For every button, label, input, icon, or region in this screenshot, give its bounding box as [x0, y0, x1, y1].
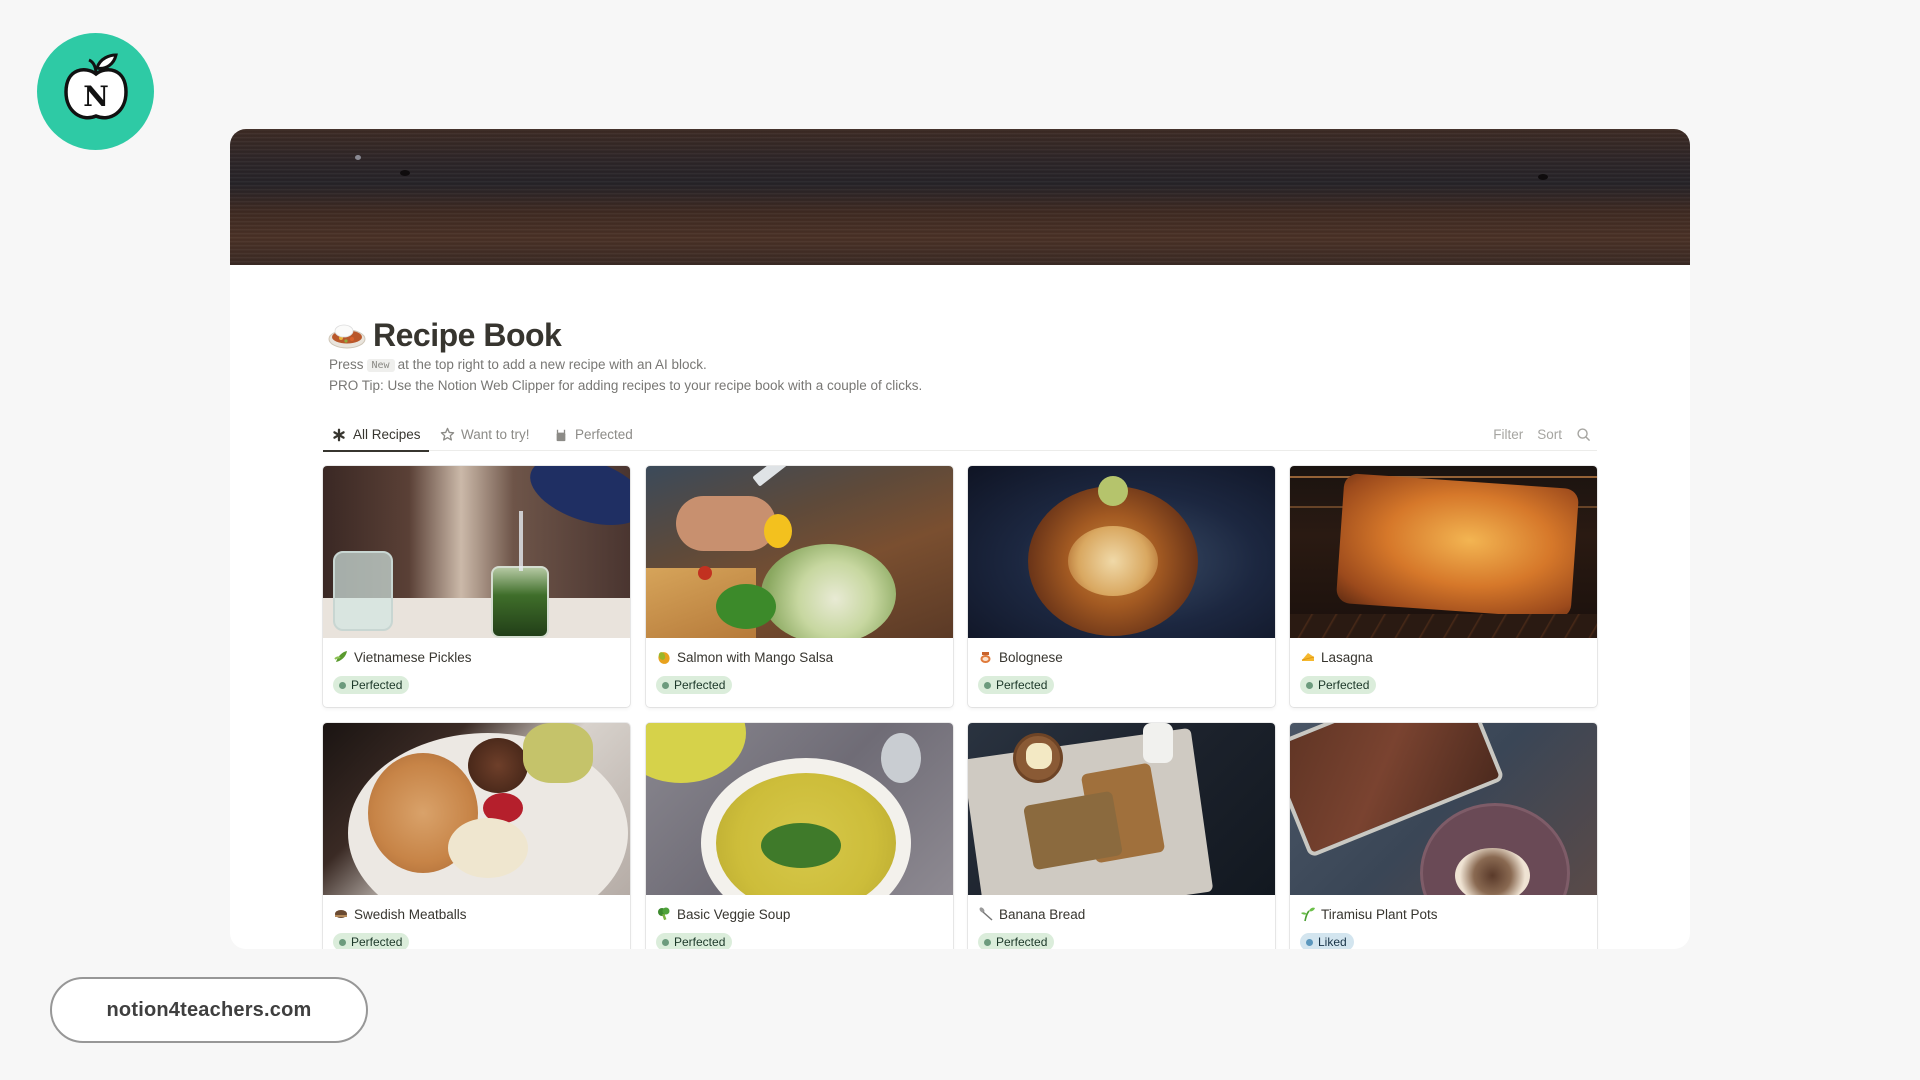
sort-button[interactable]: Sort	[1537, 427, 1562, 442]
recipe-title: Tiramisu Plant Pots	[1300, 906, 1438, 922]
cucumber-icon	[333, 649, 349, 665]
status-dot	[662, 938, 669, 946]
tab-perfected[interactable]: Perfected	[553, 418, 633, 451]
status-dot	[339, 938, 346, 946]
status-label: Perfected	[996, 678, 1048, 692]
page-title: Recipe Book	[373, 316, 562, 353]
notion4teachers-logo: N	[37, 33, 154, 150]
star-icon	[439, 427, 455, 443]
wood-knot	[1538, 174, 1548, 180]
status-label: Liked	[1318, 935, 1347, 949]
website-link-label: notion4teachers.com	[106, 998, 312, 1021]
recipe-name: Vietnamese Pickles	[354, 649, 472, 665]
broccoli-icon	[656, 906, 672, 922]
tab-all-recipes[interactable]: All Recipes	[323, 418, 429, 452]
database-view-tabs: All Recipes Want to try! Perfected	[323, 418, 1597, 452]
cheese-icon	[1300, 649, 1316, 665]
asterisk-icon	[331, 427, 347, 443]
recipe-name: Banana Bread	[999, 906, 1086, 922]
desc-text: at the top right to add a new recipe wit…	[397, 357, 707, 372]
filter-button[interactable]: Filter	[1493, 427, 1523, 442]
status-badge: Perfected	[333, 933, 410, 949]
status-dot	[984, 938, 991, 946]
recipe-card[interactable]: Lasagna Perfected	[1290, 466, 1597, 707]
tab-label: Want to try!	[461, 427, 530, 442]
spoon-icon	[978, 906, 994, 922]
desc-text: Press	[329, 357, 364, 372]
recipe-card[interactable]: Salmon with Mango Salsa Perfected	[646, 466, 953, 707]
recipe-cover-image	[323, 723, 630, 895]
recipe-name: Basic Veggie Soup	[677, 906, 791, 922]
recipe-cover-image	[968, 723, 1275, 895]
status-label: Perfected	[674, 935, 726, 949]
page-description-line-2: PRO Tip: Use the Notion Web Clipper for …	[329, 378, 923, 393]
mango-icon	[656, 649, 672, 665]
recipe-cover-image	[646, 723, 953, 895]
website-link-button[interactable]: notion4teachers.com	[50, 977, 368, 1043]
status-label: Perfected	[1318, 678, 1370, 692]
status-badge: Perfected	[656, 676, 733, 694]
status-badge: Perfected	[978, 933, 1055, 949]
status-dot	[1306, 681, 1313, 689]
status-label: Perfected	[351, 678, 403, 692]
status-badge: Liked	[1300, 933, 1354, 949]
tab-label: Perfected	[575, 427, 633, 442]
status-badge: Perfected	[333, 676, 410, 694]
status-dot	[662, 681, 669, 689]
recipe-cover-image	[323, 466, 630, 638]
apple-n-logo-icon: N	[63, 52, 128, 119]
recipe-name: Swedish Meatballs	[354, 906, 467, 922]
recipe-name: Salmon with Mango Salsa	[677, 649, 834, 665]
page-cover-wood[interactable]	[230, 129, 1690, 265]
new-button-hint: New	[366, 359, 395, 372]
status-dot	[1306, 938, 1313, 946]
wood-knot	[400, 170, 410, 176]
meatball-icon	[333, 906, 349, 922]
status-dot	[984, 681, 991, 689]
recipe-title: Salmon with Mango Salsa	[656, 649, 833, 665]
chef-apron-icon	[553, 427, 569, 443]
recipe-card[interactable]: Banana Bread Perfected	[968, 723, 1275, 949]
tab-label: All Recipes	[353, 427, 421, 442]
view-tools: Filter Sort	[1493, 418, 1591, 451]
status-badge: Perfected	[978, 676, 1055, 694]
tab-want-to-try[interactable]: Want to try!	[439, 418, 530, 451]
search-icon[interactable]	[1576, 427, 1591, 442]
recipe-cover-image	[968, 466, 1275, 638]
status-dot	[339, 681, 346, 689]
recipe-title: Swedish Meatballs	[333, 906, 467, 922]
notion-page-panel: Recipe Book Press New at the top right to …	[230, 129, 1690, 949]
recipe-card[interactable]: Swedish Meatballs Perfected	[323, 723, 630, 949]
recipe-card[interactable]: Basic Veggie Soup Perfected	[646, 723, 953, 949]
wood-knot	[355, 155, 361, 160]
recipe-title: Bolognese	[978, 649, 1063, 665]
status-label: Perfected	[674, 678, 726, 692]
recipe-card[interactable]: Bolognese Perfected	[968, 466, 1275, 707]
recipe-title: Banana Bread	[978, 906, 1085, 922]
svg-text:N: N	[83, 80, 109, 113]
seedling-icon	[1300, 906, 1316, 922]
title-row: Recipe Book	[327, 314, 562, 356]
recipe-cover-image	[1290, 466, 1597, 638]
sauce-jar-icon	[978, 649, 994, 665]
recipe-name: Bolognese	[999, 649, 1063, 665]
recipe-title: Basic Veggie Soup	[656, 906, 790, 922]
recipe-card[interactable]: Vietnamese Pickles Perfected	[323, 466, 630, 707]
recipe-cover-image	[1290, 723, 1597, 895]
status-badge: Perfected	[1300, 676, 1377, 694]
recipe-card[interactable]: Tiramisu Plant Pots Liked	[1290, 723, 1597, 949]
status-label: Perfected	[996, 935, 1048, 949]
status-badge: Perfected	[656, 933, 733, 949]
status-label: Perfected	[351, 935, 403, 949]
recipe-title: Vietnamese Pickles	[333, 649, 472, 665]
recipe-name: Lasagna	[1321, 649, 1373, 665]
recipe-title: Lasagna	[1300, 649, 1373, 665]
recipe-cover-image	[646, 466, 953, 638]
rice-curry-icon[interactable]	[327, 319, 367, 351]
recipe-name: Tiramisu Plant Pots	[1321, 906, 1438, 922]
page-description-line-1: Press New at the top right to add a new re…	[329, 357, 707, 372]
